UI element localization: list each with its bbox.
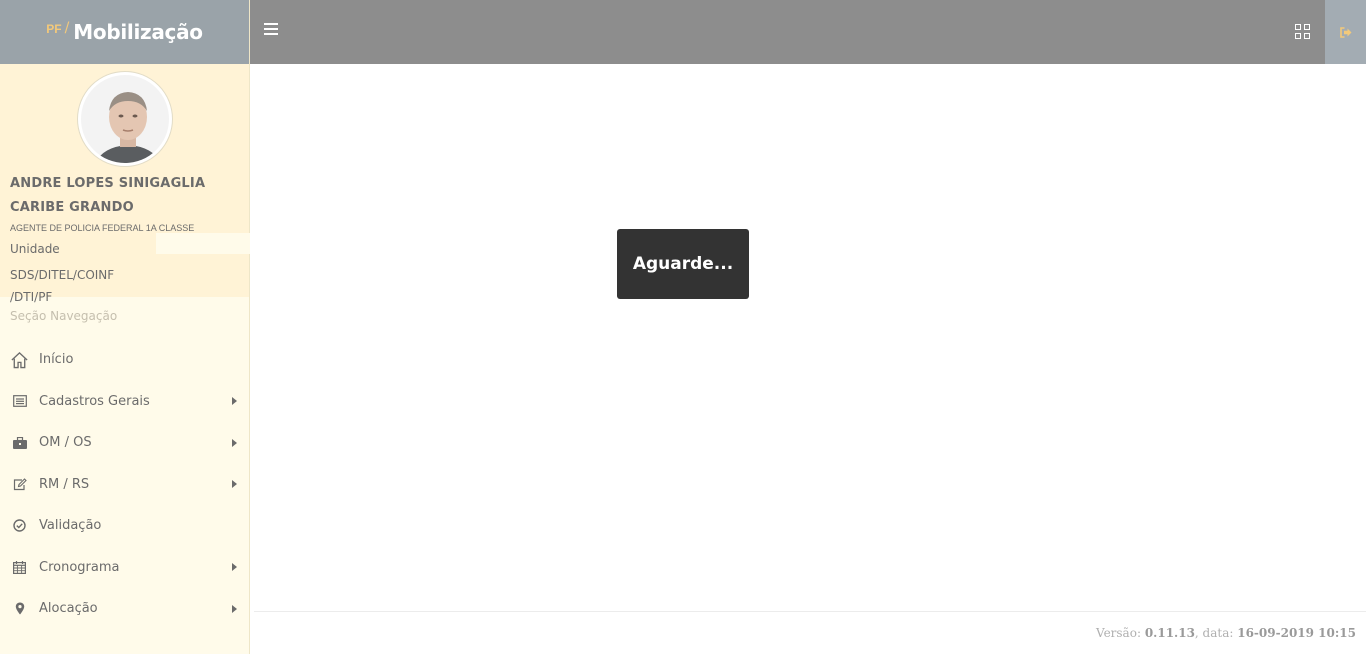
chevron-right-icon bbox=[232, 604, 237, 613]
version-label: Versão: bbox=[1096, 626, 1141, 640]
sidebar-item-label: Cadastros Gerais bbox=[39, 393, 150, 409]
brand-title: Mobilização bbox=[73, 20, 203, 44]
sign-out-icon bbox=[1339, 26, 1351, 38]
briefcase-icon bbox=[10, 433, 29, 452]
list-icon bbox=[10, 392, 29, 411]
sidebar-item-label: OM / OS bbox=[39, 435, 92, 451]
check-circle-icon bbox=[10, 516, 29, 535]
avatar-photo bbox=[80, 75, 169, 163]
sidebar-item-cadastros-gerais[interactable]: Cadastros Gerais bbox=[0, 381, 249, 423]
brand-separator: / bbox=[64, 20, 70, 36]
user-name: ANDRE LOPES SINIGAGLIA CARIBE GRANDO bbox=[10, 176, 206, 215]
sidebar-nav: Início Cadastros Gerais OM / OS RM / RS bbox=[0, 339, 249, 630]
loading-overlay: Aguarde... bbox=[617, 229, 749, 299]
brand-prefix: PF bbox=[46, 22, 62, 36]
logout-button[interactable] bbox=[1325, 0, 1366, 64]
sidebar-item-cronograma[interactable]: Cronograma bbox=[0, 547, 249, 589]
user-role: AGENTE DE POLICIA FEDERAL 1A CLASSE bbox=[10, 223, 195, 233]
sidebar: PF / Mobilização ANDRE LOPES SINIGAGLIA … bbox=[0, 0, 250, 654]
home-icon bbox=[10, 350, 29, 369]
sidebar-item-inicio[interactable]: Início bbox=[0, 339, 249, 381]
version-info: Versão: 0.11.13, data: 16-09-2019 10:15 bbox=[1096, 626, 1356, 640]
chevron-right-icon bbox=[232, 438, 237, 447]
sidebar-item-label: Cronograma bbox=[39, 559, 120, 575]
calendar-icon bbox=[10, 558, 29, 577]
chevron-right-icon bbox=[232, 480, 237, 489]
sidebar-item-alocacao[interactable]: Alocação bbox=[0, 588, 249, 630]
sidebar-item-label: Alocação bbox=[39, 601, 98, 617]
sidebar-spacer bbox=[156, 233, 250, 254]
brand-logo[interactable]: PF / Mobilização bbox=[0, 0, 249, 64]
date-label: , data: bbox=[1194, 626, 1234, 640]
footer: Versão: 0.11.13, data: 16-09-2019 10:15 bbox=[254, 611, 1366, 654]
sidebar-item-validacao[interactable]: Validação bbox=[0, 505, 249, 547]
edit-icon bbox=[10, 475, 29, 494]
loading-text: Aguarde... bbox=[632, 254, 734, 274]
chevron-right-icon bbox=[232, 397, 237, 406]
chevron-right-icon bbox=[232, 563, 237, 572]
sidebar-item-label: RM / RS bbox=[39, 476, 90, 492]
sidebar-item-om-os[interactable]: OM / OS bbox=[0, 422, 249, 464]
map-marker-icon bbox=[10, 599, 29, 618]
build-date: 16-09-2019 10:15 bbox=[1237, 626, 1356, 640]
unit-value: SDS/DITEL/COINF /DTI/PF bbox=[10, 268, 115, 304]
menu-toggle-icon[interactable] bbox=[264, 23, 278, 39]
sidebar-item-label: Validação bbox=[39, 518, 102, 534]
user-profile: ANDRE LOPES SINIGAGLIA CARIBE GRANDO AGE… bbox=[0, 64, 249, 304]
apps-grid-icon[interactable] bbox=[1295, 24, 1311, 40]
avatar bbox=[77, 72, 172, 166]
sidebar-item-rm-rs[interactable]: RM / RS bbox=[0, 464, 249, 506]
main-content bbox=[250, 64, 1366, 611]
top-navbar bbox=[250, 0, 1366, 64]
version-number: 0.11.13 bbox=[1144, 626, 1195, 640]
sidebar-item-label: Início bbox=[39, 352, 74, 368]
